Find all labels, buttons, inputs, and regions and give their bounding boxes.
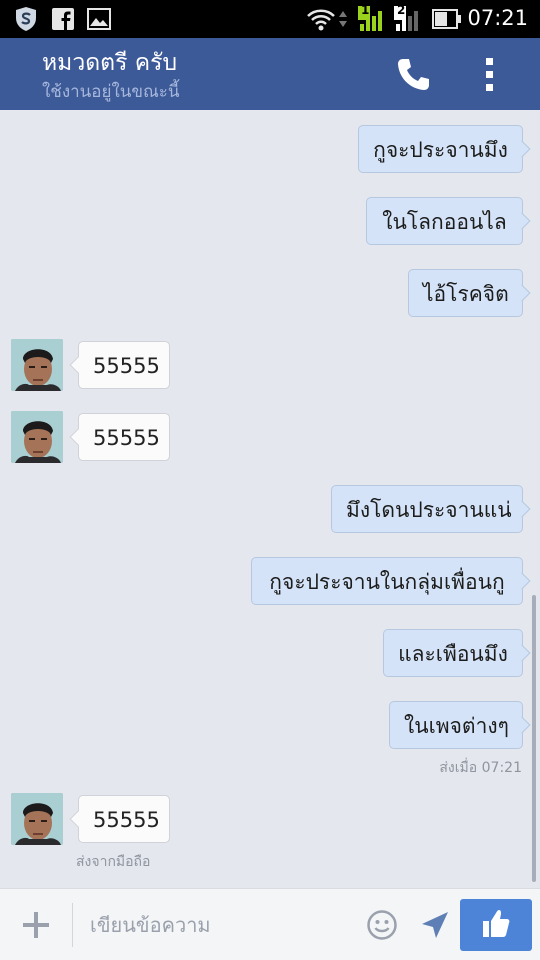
plus-icon[interactable]	[20, 909, 52, 941]
phone-icon[interactable]	[394, 56, 432, 94]
facebook-icon	[52, 8, 74, 30]
avatar[interactable]	[11, 411, 63, 463]
avatar[interactable]	[11, 793, 63, 845]
message-bubble-incoming[interactable]: 55555	[78, 413, 170, 461]
message-text: 55555	[93, 808, 160, 832]
contact-name[interactable]: หมวดตรี ครับ	[42, 45, 177, 81]
message-bubble-outgoing[interactable]: มึงโดนประจานแน่	[331, 485, 523, 533]
message-text: มึงโดนประจานแน่	[346, 498, 512, 522]
composer-bar	[0, 888, 540, 960]
message-bubble-outgoing[interactable]: กูจะประจานมึง	[358, 125, 523, 173]
message-bubble-incoming[interactable]: 55555	[78, 795, 170, 843]
send-icon[interactable]	[420, 910, 450, 940]
like-button[interactable]	[460, 899, 532, 951]
smiley-icon[interactable]	[366, 909, 398, 941]
message-bubble-outgoing[interactable]: และเพือนมึง	[383, 629, 523, 677]
message-input[interactable]	[90, 903, 350, 947]
divider	[72, 903, 73, 947]
message-list[interactable]: กูจะประจานมึง ในโลกออนไล ไอ้โรคจิต 55555	[0, 110, 540, 888]
message-text: 55555	[93, 354, 160, 378]
message-bubble-outgoing[interactable]: กูจะประจานในกลุ่มเพื่อนกู	[251, 557, 523, 605]
sent-from-mobile-label: ส่งจากมือถือ	[76, 854, 151, 870]
wifi-icon	[307, 9, 335, 31]
avatar-photo	[11, 793, 63, 845]
battery-icon	[432, 9, 461, 29]
conversation-header: หมวดตรี ครับ ใช้งานอยู่ในขณะนี้	[0, 38, 540, 110]
sent-timestamp: ส่งเมื่อ 07:21	[439, 760, 522, 776]
message-text: กูจะประจานมึง	[373, 138, 508, 162]
sim2-label: 2	[397, 3, 406, 17]
message-text: ในโลกออนไล	[382, 210, 507, 234]
message-text: กูจะประจานในกลุ่มเพื่อนกู	[269, 570, 505, 594]
scrollbar[interactable]	[532, 595, 536, 882]
clock: 07:21	[467, 6, 528, 30]
avatar-photo	[11, 411, 63, 463]
data-arrows-icon	[339, 11, 347, 27]
message-text: ในเพจต่างๆ	[404, 714, 509, 738]
message-bubble-outgoing[interactable]: ในโลกออนไล	[366, 197, 523, 245]
gallery-icon	[87, 8, 111, 30]
message-bubble-outgoing[interactable]: ไอ้โรคจิต	[408, 269, 523, 317]
message-text: 55555	[93, 426, 160, 450]
message-bubble-incoming[interactable]: 55555	[78, 341, 170, 389]
contact-status: ใช้งานอยู่ในขณะนี้	[42, 82, 180, 102]
avatar[interactable]	[11, 339, 63, 391]
avatar-photo	[11, 339, 63, 391]
message-text: และเพือนมึง	[398, 642, 508, 666]
message-bubble-outgoing[interactable]: ในเพจต่างๆ	[389, 701, 523, 749]
more-vert-icon[interactable]	[482, 56, 498, 94]
status-bar: 1 2 07:21	[0, 0, 540, 38]
thumbs-up-icon	[483, 910, 510, 937]
message-text: ไอ้โรคจิต	[423, 282, 509, 306]
shield-icon	[16, 7, 36, 31]
sim1-label: 1	[361, 3, 370, 17]
